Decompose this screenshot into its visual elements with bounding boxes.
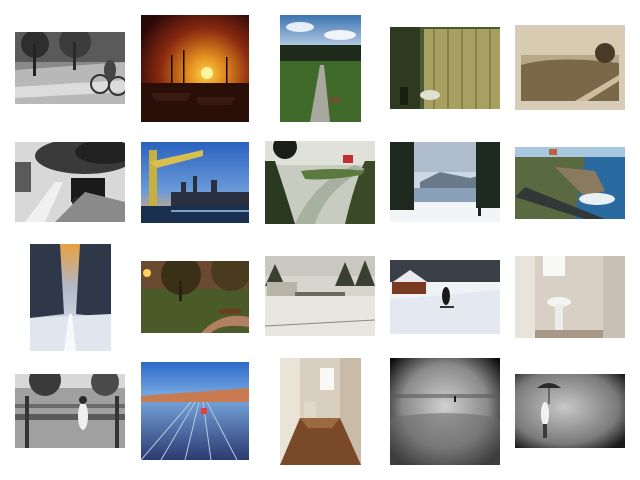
coastal-railway-cliff-photo[interactable] bbox=[515, 147, 625, 219]
person-umbrella-mist-photo[interactable] bbox=[515, 374, 625, 448]
cyclist-bw-park-photo[interactable] bbox=[15, 32, 125, 104]
bathroom-sink-corner-photo[interactable] bbox=[515, 256, 625, 338]
snowy-lake-pine-forest-photo[interactable] bbox=[390, 142, 500, 222]
harbor-sunset-photo[interactable] bbox=[141, 15, 249, 122]
park-lamp-bench-dusk-photo[interactable] bbox=[141, 261, 249, 333]
rail-yard-dusk-photo[interactable] bbox=[141, 362, 249, 460]
bathroom-shower-curtain-photo[interactable] bbox=[390, 27, 500, 109]
hallway-wood-floor-photo[interactable] bbox=[280, 358, 361, 465]
vintage-snowy-lodge-photo[interactable] bbox=[265, 256, 375, 336]
river-valley-overlook-photo[interactable] bbox=[265, 141, 375, 224]
snowy-forest-sunbeam-photo[interactable] bbox=[30, 244, 111, 351]
steam-locomotive-station-photo[interactable] bbox=[15, 142, 125, 222]
beach-vignette-bw-photo[interactable] bbox=[390, 358, 500, 465]
child-balance-beam-bw-photo[interactable] bbox=[15, 374, 125, 448]
sepia-railway-landscape-photo[interactable] bbox=[515, 25, 625, 110]
diving-tower-city-skyline-photo[interactable] bbox=[141, 142, 249, 223]
snowboarder-cabin-slope-photo[interactable] bbox=[390, 260, 500, 334]
forest-path-bench-photo[interactable] bbox=[280, 15, 361, 122]
